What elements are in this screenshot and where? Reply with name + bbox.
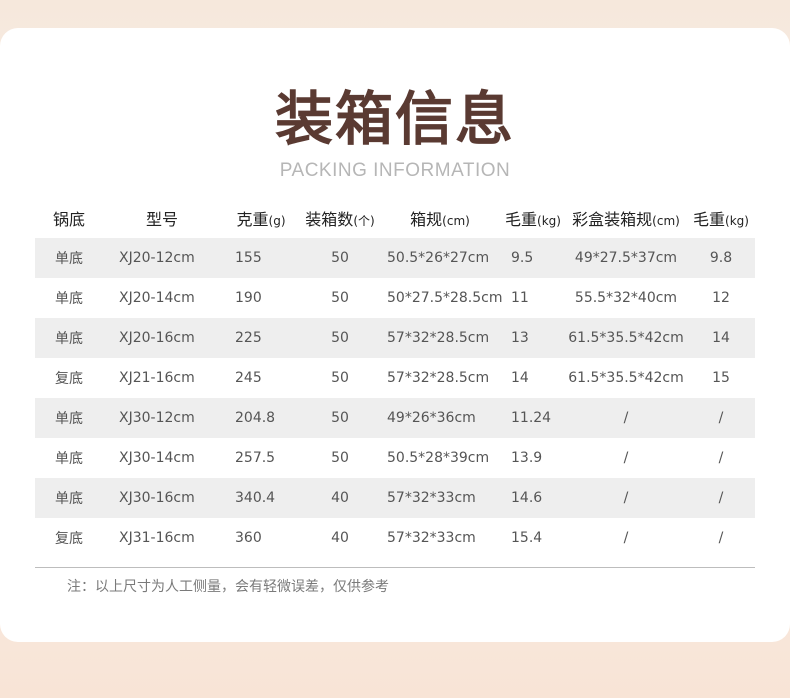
cell-gross-weight: 13.9: [511, 450, 543, 466]
cell-gross-weight: 11.24: [501, 398, 565, 438]
cell-colorbox-gross-weight: /: [687, 398, 755, 438]
table-row: 单底 XJ20-14cm 190 50 50*27.5*28.5cm 11 55.5*32*…: [35, 278, 755, 318]
table-row: 复底 XJ31-16cm 360 40 57*32*33cm 15.4 / /: [35, 518, 755, 558]
page-title: 装箱信息: [274, 85, 515, 153]
cell-gross-weight: 14: [511, 370, 529, 386]
cell-pot-base: 复底: [55, 531, 83, 547]
table-row: 单底 XJ30-12cm 204.8 50 49*26*36cm 11.24//: [35, 398, 755, 438]
cell-qty-per-carton: 40: [331, 530, 349, 546]
cell-colorbox-carton-size: /: [623, 530, 629, 546]
cell-model: XJ20-12cm: [103, 238, 221, 278]
cell-carton-size: 50*27.5*28.5cm: [387, 290, 503, 306]
cell-model: XJ20-16cm: [103, 318, 221, 358]
cell-pot-base: 单底: [35, 318, 103, 358]
table-row: 复底 XJ21-16cm 245 50 57*32*28.5cm 14 61.5*35.5*…: [35, 358, 755, 398]
cell-qty-per-carton: 40: [301, 478, 379, 518]
table-row: 单底 XJ30-16cm 340.4 40 57*32*33cm 14.6//: [35, 478, 755, 518]
page-subtitle: PACKING INFORMATION: [279, 160, 511, 181]
cell-gross-weight: 11: [511, 290, 529, 306]
cell-colorbox-gross-weight: /: [718, 450, 724, 466]
cell-carton-size: 57*32*28.5cm: [387, 370, 490, 386]
cell-colorbox-carton-size: 49*27.5*37cm: [565, 238, 687, 278]
cell-weight: 245: [235, 370, 262, 386]
cell-colorbox-carton-size: 55.5*32*40cm: [574, 290, 678, 306]
header-carton-size: 箱规(cm): [410, 210, 470, 229]
cell-qty-per-carton: 50: [331, 290, 349, 306]
cell-model: XJ30-16cm: [103, 478, 221, 518]
cell-model: XJ30-12cm: [103, 398, 221, 438]
cell-colorbox-gross-weight: 15: [712, 370, 730, 386]
table-divider: [35, 567, 755, 568]
cell-carton-size: 49*26*36cm: [379, 398, 501, 438]
table-row: 单底 XJ30-14cm 257.5 50 50.5*28*39cm 13.9 / /: [35, 438, 755, 478]
cell-weight: 257.5: [235, 450, 276, 466]
cell-model: XJ21-16cm: [119, 370, 195, 386]
cell-weight: 190: [235, 290, 262, 306]
cell-weight: 360: [235, 530, 262, 546]
header-pot-base: 锅底: [52, 210, 85, 229]
cell-colorbox-gross-weight: 9.8: [687, 238, 755, 278]
cell-pot-base: 单底: [35, 398, 103, 438]
table-header-row: 锅底 型号 克重(g) 装箱数(个) 箱规(cm) 毛重(kg) 彩盒装箱规(c…: [35, 198, 755, 238]
header-colorbox-carton-size: 彩盒装箱规(cm): [572, 210, 680, 229]
packing-table: 锅底 型号 克重(g) 装箱数(个) 箱规(cm) 毛重(kg) 彩盒装箱规(c…: [35, 198, 755, 558]
cell-carton-size: 57*32*33cm: [387, 530, 476, 546]
cell-colorbox-gross-weight: /: [718, 530, 724, 546]
cell-pot-base: 单底: [35, 478, 103, 518]
cell-carton-size: 50.5*26*27cm: [379, 238, 501, 278]
cell-gross-weight: 13: [501, 318, 565, 358]
cell-model: XJ31-16cm: [119, 530, 195, 546]
cell-colorbox-carton-size: /: [623, 450, 629, 466]
cell-model: XJ30-14cm: [119, 450, 195, 466]
cell-qty-per-carton: 50: [331, 450, 349, 466]
measurement-note: 注：以上尺寸为人工侧量，会有轻微误差，仅供参考: [67, 579, 389, 595]
header-qty-per-carton: 装箱数(个): [305, 210, 375, 229]
cell-pot-base: 单底: [55, 291, 83, 307]
table-row: 单底 XJ20-16cm 225 50 57*32*28.5cm 13 61.5*35.5*…: [35, 318, 755, 358]
cell-colorbox-gross-weight: 12: [712, 290, 730, 306]
cell-pot-base: 复底: [55, 371, 83, 387]
cell-qty-per-carton: 50: [301, 398, 379, 438]
cell-carton-size: 57*32*28.5cm: [379, 318, 501, 358]
table-row: 单底 XJ20-12cm 155 50 50.5*26*27cm 9.5 49*27.5*3…: [35, 238, 755, 278]
cell-carton-size: 57*32*33cm: [379, 478, 501, 518]
cell-weight: 204.8: [221, 398, 301, 438]
cell-model: XJ20-14cm: [119, 290, 195, 306]
cell-pot-base: 单底: [35, 238, 103, 278]
cell-colorbox-carton-size: /: [565, 478, 687, 518]
header-gross-weight: 毛重(kg): [505, 210, 561, 229]
cell-gross-weight: 9.5: [501, 238, 565, 278]
cell-qty-per-carton: 50: [331, 370, 349, 386]
cell-gross-weight: 14.6: [501, 478, 565, 518]
header-weight: 克重(g): [236, 210, 286, 229]
cell-colorbox-carton-size: /: [565, 398, 687, 438]
cell-colorbox-gross-weight: 14: [687, 318, 755, 358]
cell-qty-per-carton: 50: [301, 238, 379, 278]
cell-weight: 225: [221, 318, 301, 358]
cell-carton-size: 50.5*28*39cm: [387, 450, 490, 466]
cell-colorbox-gross-weight: /: [687, 478, 755, 518]
header-colorbox-gross-weight: 毛重(kg): [693, 210, 749, 229]
cell-gross-weight: 15.4: [511, 530, 543, 546]
cell-weight: 155: [221, 238, 301, 278]
cell-qty-per-carton: 50: [301, 318, 379, 358]
cell-colorbox-carton-size: 61.5*35.5*42cm: [568, 370, 684, 386]
cell-colorbox-carton-size: 61.5*35.5*42cm: [565, 318, 687, 358]
header-model: 型号: [145, 210, 178, 229]
cell-weight: 340.4: [221, 478, 301, 518]
cell-pot-base: 单底: [55, 451, 83, 467]
